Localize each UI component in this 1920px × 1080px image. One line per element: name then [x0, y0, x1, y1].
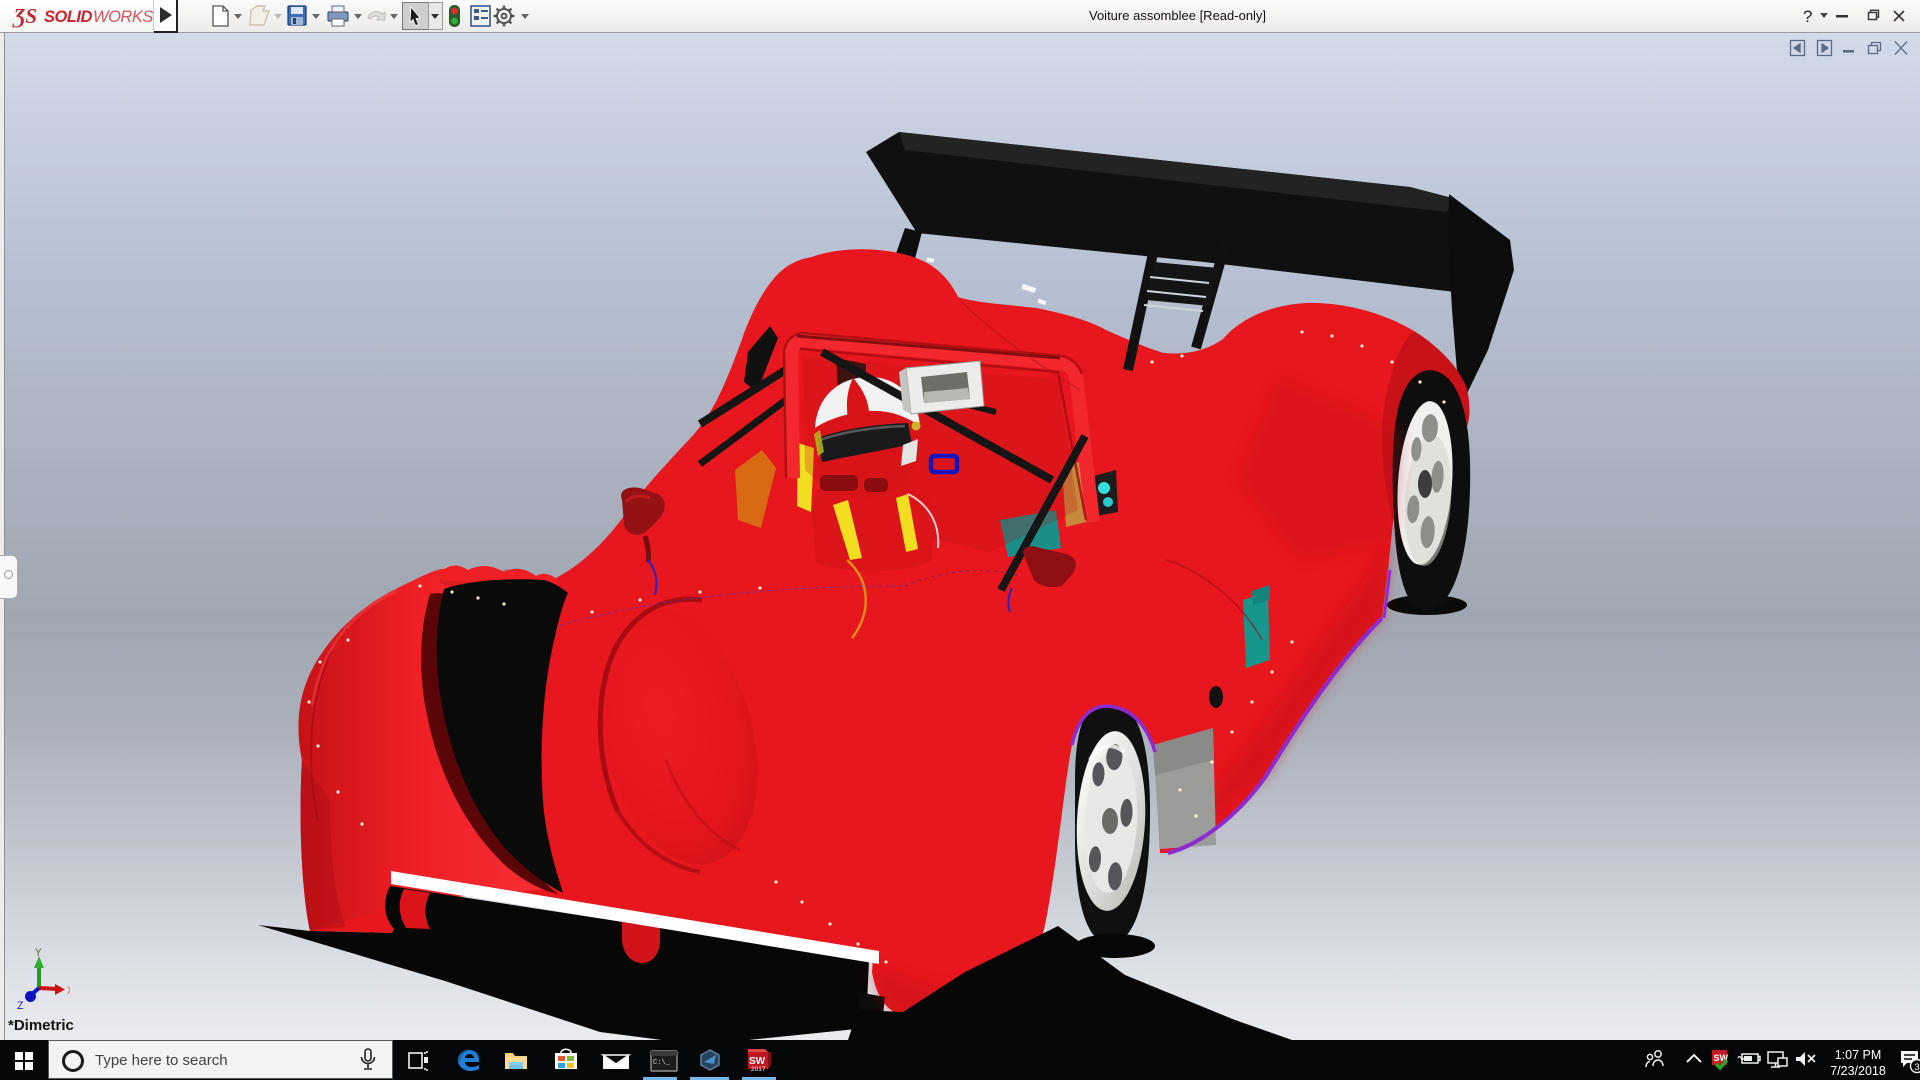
- svg-text:C:\_: C:\_: [653, 1059, 671, 1067]
- svg-text:X: X: [67, 986, 70, 998]
- svg-text:7/23/2018: 7/23/2018: [1830, 1064, 1886, 1078]
- svg-text:Z: Z: [17, 1001, 24, 1013]
- svg-text:3: 3: [1914, 1062, 1919, 1073]
- svg-text:?: ?: [1803, 7, 1812, 26]
- svg-text:1:07 PM: 1:07 PM: [1835, 1048, 1882, 1062]
- svg-text:2017: 2017: [751, 1066, 766, 1073]
